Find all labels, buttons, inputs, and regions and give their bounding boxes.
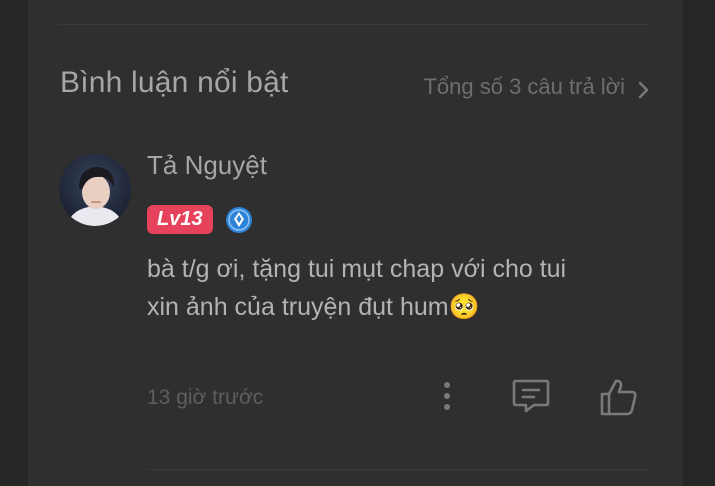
comment-text: bà t/g ơi, tặng tui mụt chap với cho tui… — [147, 250, 647, 326]
comment-icon[interactable] — [510, 376, 552, 416]
page: Bình luận nổi bật Tổng số 3 câu trả lời … — [0, 0, 715, 486]
section-title: Bình luận nổi bật — [60, 66, 289, 99]
avatar-image — [59, 154, 131, 226]
author-name[interactable]: Tả Nguyệt — [147, 150, 267, 181]
total-replies-label: Tổng số 3 câu trả lời — [423, 74, 625, 99]
comment-time: 13 giờ trước — [147, 386, 264, 409]
total-replies-link[interactable]: Tổng số 3 câu trả lời — [423, 74, 651, 100]
badges: Lv13 — [147, 205, 253, 234]
more-vertical-icon[interactable] — [437, 376, 457, 416]
chevron-right-icon — [638, 81, 649, 99]
comment-line: xin ảnh của truyện đụt hum🥺 — [147, 293, 480, 321]
divider-top — [58, 24, 650, 25]
level-badge: Lv13 — [147, 205, 213, 234]
diamond-badge-icon — [225, 206, 252, 233]
divider-bottom — [148, 469, 650, 470]
comment-line: bà t/g ơi, tặng tui mụt chap với cho tui — [147, 255, 567, 283]
avatar[interactable] — [59, 154, 131, 226]
thumbs-up-icon[interactable] — [598, 376, 640, 418]
